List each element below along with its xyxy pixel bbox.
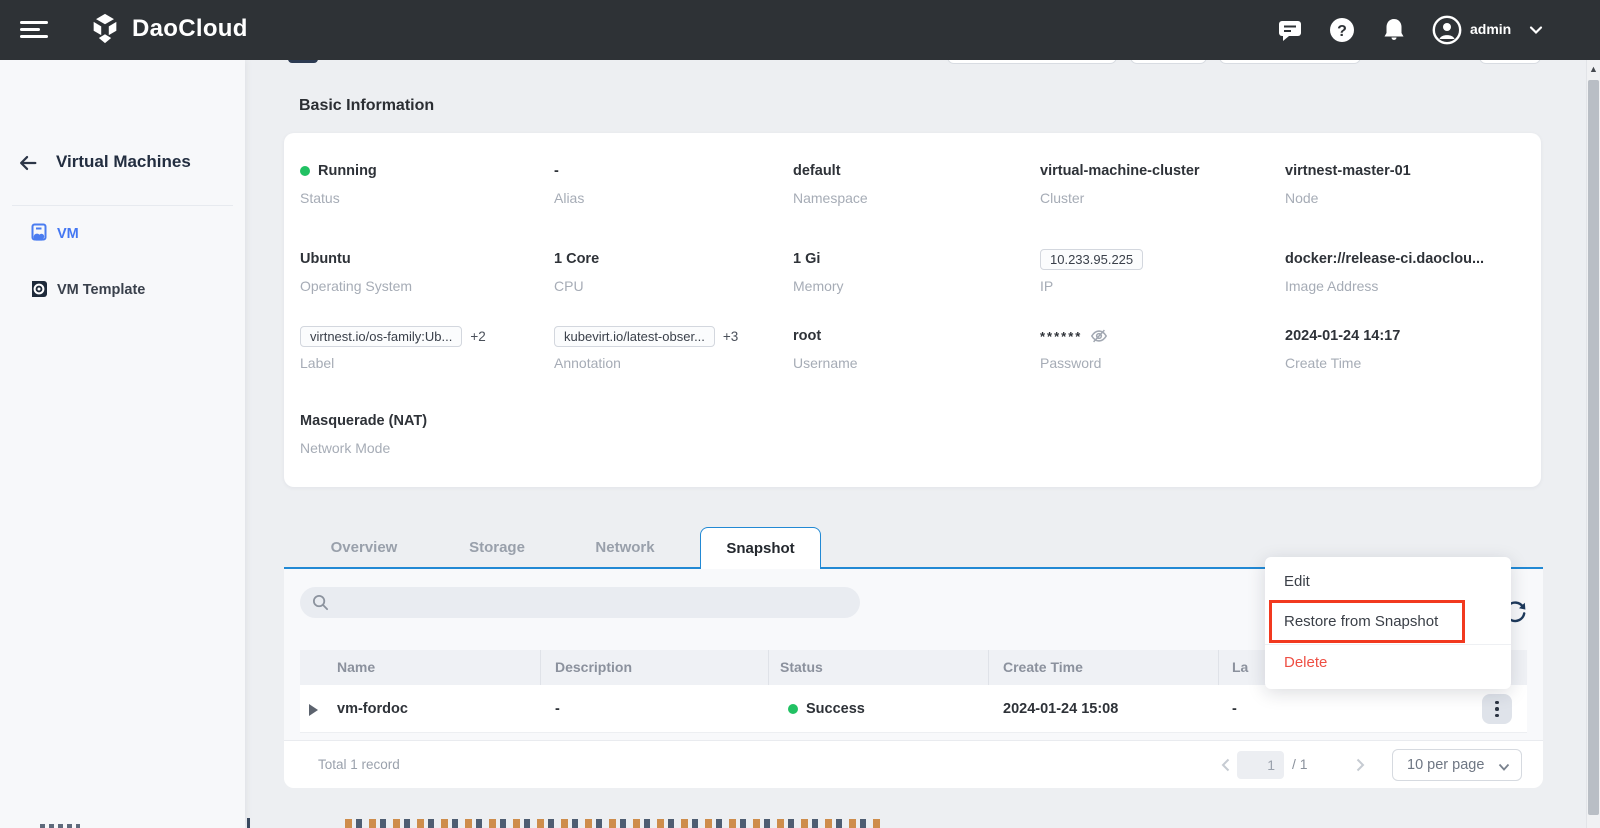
clipped-terminal-text <box>345 819 880 828</box>
field-label: virtnest.io/os-family:Ub... +2 Label <box>300 324 540 371</box>
sidebar-item-vm[interactable]: VM <box>0 218 245 252</box>
clipped-bottom-content <box>247 818 250 828</box>
column-header-description[interactable]: Description <box>555 650 632 685</box>
column-divider <box>988 650 989 685</box>
row-actions-menu: Edit Restore from Snapshot Delete <box>1265 557 1511 689</box>
tab-snapshot[interactable]: Snapshot <box>700 527 821 569</box>
prev-page-icon[interactable] <box>1218 757 1234 773</box>
chevron-down-icon[interactable] <box>1528 22 1544 38</box>
cell-name: vm-fordoc <box>337 685 408 733</box>
chevron-down-icon <box>1497 760 1511 774</box>
label-chip[interactable]: virtnest.io/os-family:Ub... <box>300 326 462 347</box>
next-page-icon[interactable] <box>1352 757 1368 773</box>
sidebar-item-label: VM Template <box>57 282 145 298</box>
field-cpu: 1 CoreCPU <box>554 247 794 294</box>
cell-description: - <box>555 685 560 733</box>
field-os: UbuntuOperating System <box>300 247 540 294</box>
ip-chip[interactable]: 10.233.95.225 <box>1040 249 1143 270</box>
brand-name: DaoCloud <box>132 15 248 43</box>
field-network-mode: Masquerade (NAT)Network Mode <box>300 409 540 456</box>
search-icon <box>312 594 329 611</box>
column-header-status[interactable]: Status <box>780 650 823 685</box>
field-node: virtnest-master-01Node <box>1285 159 1525 206</box>
row-actions-kebab-button[interactable] <box>1482 694 1512 724</box>
column-header-last-truncated[interactable]: La <box>1232 650 1248 685</box>
tab-network[interactable]: Network <box>560 527 690 569</box>
user-avatar-icon[interactable] <box>1432 15 1462 45</box>
column-divider <box>540 650 541 685</box>
field-alias: -Alias <box>554 159 794 206</box>
label-more-count[interactable]: +2 <box>470 329 485 344</box>
divider <box>12 205 233 206</box>
annotation-chip[interactable]: kubevirt.io/latest-obser... <box>554 326 715 347</box>
row-expander-icon[interactable] <box>309 704 318 716</box>
sidebar-title: Virtual Machines <box>56 152 191 172</box>
eye-off-icon[interactable] <box>1090 327 1108 345</box>
cell-last: - <box>1232 685 1237 733</box>
column-divider <box>1218 650 1219 685</box>
field-cluster: virtual-machine-clusterCluster <box>1040 159 1280 206</box>
pagination-bar: Total 1 record / 1 10 per page <box>284 740 1543 788</box>
field-create-time: 2024-01-24 14:17Create Time <box>1285 324 1525 371</box>
vm-template-icon <box>28 278 50 300</box>
column-header-name[interactable]: Name <box>337 650 375 685</box>
status-dot <box>300 166 310 176</box>
field-image-address: docker://release-ci.daoclou...Image Addr… <box>1285 247 1525 294</box>
tab-storage[interactable]: Storage <box>432 527 562 569</box>
annotation-more-count[interactable]: +3 <box>723 329 738 344</box>
tab-overview[interactable]: Overview <box>299 527 429 569</box>
message-icon[interactable] <box>1276 16 1304 44</box>
sidebar-item-label: VM <box>57 226 79 242</box>
field-memory: 1 GiMemory <box>793 247 1033 294</box>
help-icon[interactable]: ? <box>1328 16 1356 44</box>
back-arrow-icon[interactable] <box>17 152 39 174</box>
page-total-label: / 1 <box>1292 756 1308 772</box>
field-namespace: defaultNamespace <box>793 159 1033 206</box>
menu-item-delete[interactable]: Delete <box>1265 645 1511 681</box>
field-password: ****** Password <box>1040 324 1280 371</box>
menu-item-restore-from-snapshot[interactable]: Restore from Snapshot <box>1265 600 1511 644</box>
cell-status: Success <box>806 685 865 733</box>
column-header-create-time[interactable]: Create Time <box>1003 650 1083 685</box>
daocloud-logo-icon <box>88 12 122 46</box>
page-size-value: 10 per page <box>1407 757 1484 773</box>
vm-detail-page: { "header": { "brand": "DaoCloud", "user… <box>0 0 1600 828</box>
field-username: rootUsername <box>793 324 1033 371</box>
page-number-input[interactable] <box>1237 751 1284 779</box>
total-records-label: Total 1 record <box>318 757 400 772</box>
basic-information-title: Basic Information <box>299 97 434 115</box>
clipped-sidebar-content <box>40 824 80 828</box>
scroll-up-arrow-icon[interactable]: ▲ <box>1587 64 1600 74</box>
search-input[interactable] <box>338 587 848 618</box>
basic-information-card: Running Status -Alias defaultNamespace v… <box>284 133 1541 487</box>
page-size-select[interactable]: 10 per page <box>1392 749 1522 781</box>
sidebar: Virtual Machines VM VM Template <box>0 60 245 828</box>
svg-text:?: ? <box>1337 23 1347 40</box>
field-status: Running Status <box>300 159 540 206</box>
notification-bell-icon[interactable] <box>1380 16 1408 44</box>
success-status-dot <box>788 704 798 714</box>
sidebar-item-vm-template[interactable]: VM Template <box>0 274 245 308</box>
brand-logo[interactable]: DaoCloud <box>88 12 248 46</box>
search-bar[interactable] <box>300 587 860 618</box>
field-ip: 10.233.95.225 IP <box>1040 247 1280 294</box>
username-label[interactable]: admin <box>1470 21 1511 37</box>
scrollbar-thumb[interactable] <box>1588 80 1599 815</box>
hamburger-menu-icon[interactable] <box>20 21 48 39</box>
column-divider <box>768 650 769 685</box>
vertical-scrollbar[interactable]: ▲ <box>1586 60 1600 828</box>
menu-item-edit[interactable]: Edit <box>1265 564 1511 600</box>
table-row[interactable]: vm-fordoc - Success 2024-01-24 15:08 - <box>300 685 1527 733</box>
field-annotation: kubevirt.io/latest-obser... +3 Annotatio… <box>554 324 794 371</box>
top-navbar: DaoCloud ? admin <box>0 0 1600 60</box>
vm-icon <box>28 222 50 244</box>
cell-create-time: 2024-01-24 15:08 <box>1003 685 1118 733</box>
